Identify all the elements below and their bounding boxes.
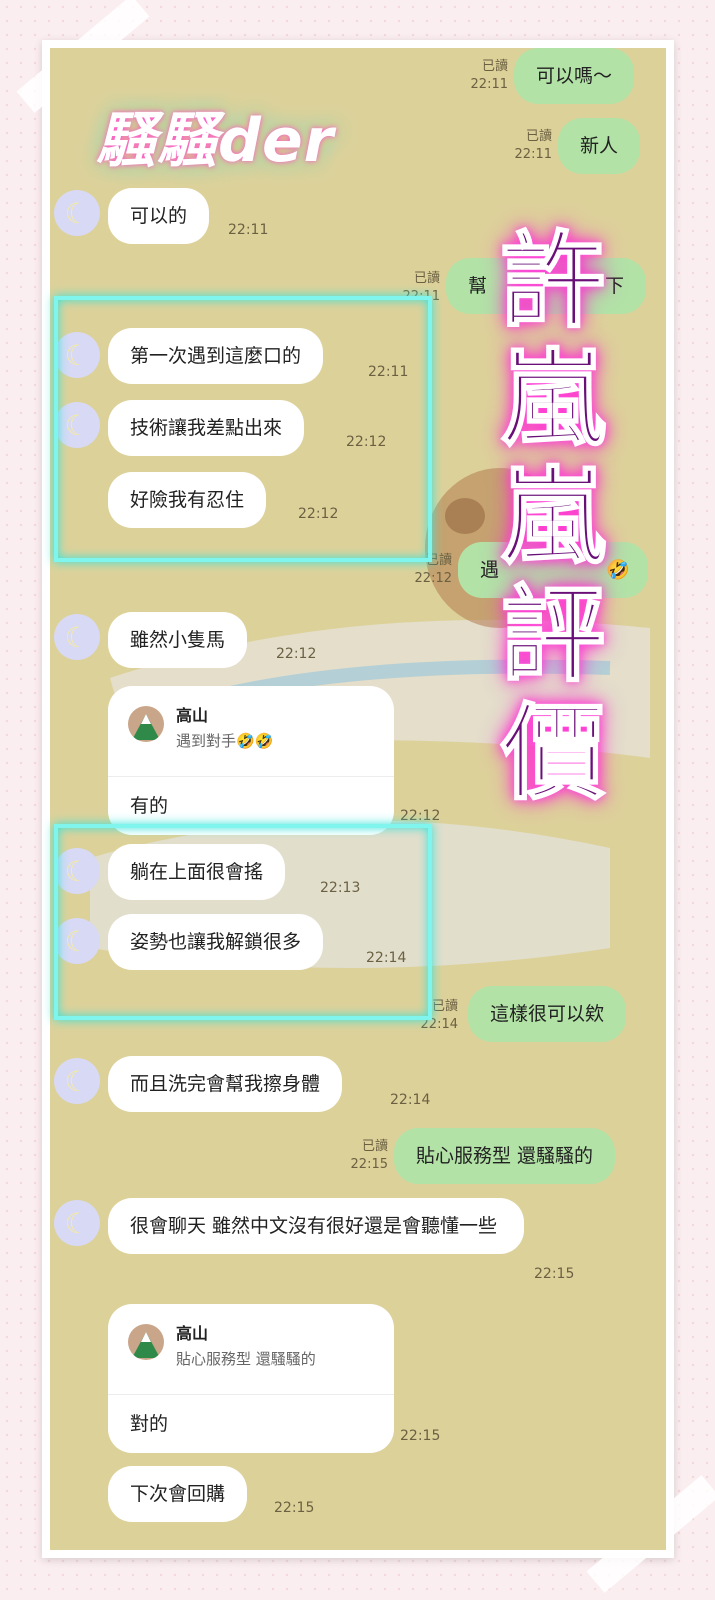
quoted-text: 遇到對手🤣🤣 — [176, 732, 274, 750]
contact-message-bubble[interactable]: 雖然小隻馬 — [108, 612, 248, 668]
reply-text: 對的 — [130, 1413, 169, 1435]
quoted-reply-bubble[interactable]: 高山 貼心服務型 還騷騷的 對的 — [108, 1304, 394, 1453]
contact-avatar[interactable]: ☾ — [54, 190, 100, 236]
review-title: 許 嵐 嵐 評 價 — [500, 220, 606, 814]
read-receipt: 已讀 22:11 — [514, 129, 552, 162]
highlight-box — [54, 296, 432, 562]
read-receipt: 已讀 22:11 — [470, 59, 508, 92]
brand-logo: 騷騷der — [96, 106, 335, 176]
contact-message-bubble[interactable]: 很會聊天 雖然中文沒有很好還是會聽懂一些 — [108, 1198, 524, 1254]
moon-icon: ☾ — [64, 1206, 90, 1240]
contact-message-bubble[interactable]: 下次會回購 — [108, 1466, 248, 1522]
quoted-message[interactable]: 高山 遇到對手🤣🤣 — [108, 686, 394, 777]
mountain-avatar-icon — [128, 706, 164, 742]
contact-message-bubble[interactable]: 而且洗完會幫我擦身體 — [108, 1056, 343, 1112]
contact-avatar[interactable]: ☾ — [54, 614, 100, 660]
read-receipt: 已讀 22:15 — [350, 1139, 388, 1172]
my-message-bubble[interactable]: 可以嗎～ — [514, 48, 635, 104]
message-time: 22:11 — [228, 222, 269, 238]
mountain-avatar-icon — [128, 1324, 164, 1360]
moon-icon: ☾ — [64, 196, 90, 230]
message-time: 22:12 — [400, 808, 441, 824]
my-message-bubble[interactable]: 這樣很可以欸 — [468, 986, 627, 1042]
highlight-box — [54, 824, 432, 1020]
message-time: 22:12 — [276, 646, 317, 662]
moon-icon: ☾ — [64, 620, 90, 654]
quoted-reply-bubble[interactable]: 高山 遇到對手🤣🤣 有的 — [108, 686, 394, 835]
contact-message-bubble[interactable]: 可以的 — [108, 188, 210, 244]
message-time: 22:14 — [390, 1092, 431, 1108]
contact-avatar[interactable]: ☾ — [54, 1058, 100, 1104]
moon-icon: ☾ — [64, 1064, 90, 1098]
contact-avatar[interactable]: ☾ — [54, 1200, 100, 1246]
quoted-sender: 高山 — [176, 706, 209, 725]
quoted-text: 貼心服務型 還騷騷的 — [176, 1350, 316, 1368]
message-time: 22:15 — [400, 1428, 441, 1444]
quoted-message[interactable]: 高山 貼心服務型 還騷騷的 — [108, 1304, 394, 1395]
message-time: 22:15 — [534, 1266, 575, 1282]
my-message-bubble[interactable]: 新人 — [558, 118, 641, 174]
quoted-sender: 高山 — [176, 1324, 209, 1343]
message-time: 22:15 — [274, 1500, 315, 1516]
my-message-bubble[interactable]: 貼心服務型 還騷騷的 — [394, 1128, 616, 1184]
